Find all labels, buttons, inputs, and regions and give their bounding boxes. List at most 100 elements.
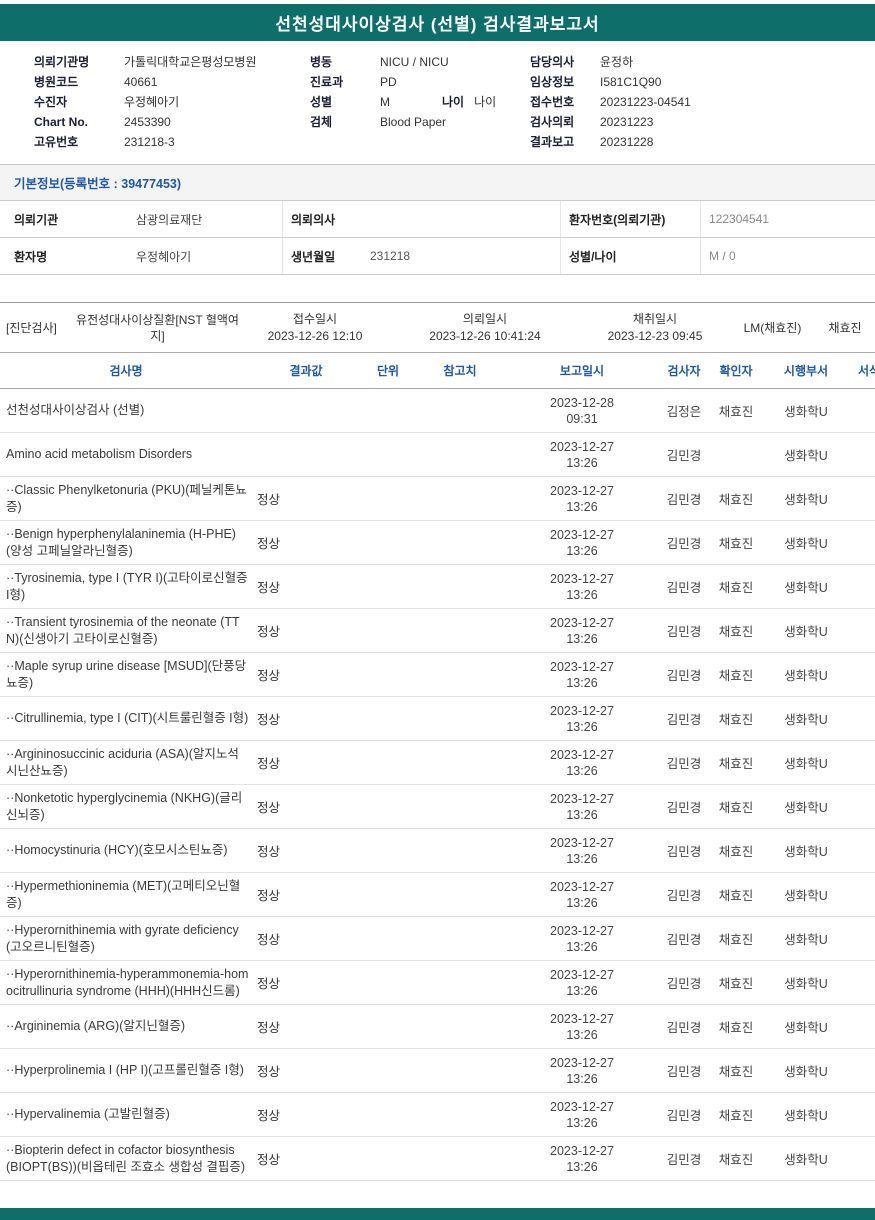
info-field: 성별 M 나이 나이: [310, 95, 530, 110]
info-field-label: 임상정보: [530, 75, 575, 89]
form-cell: [848, 627, 875, 635]
info-field: 수진자 우정혜아기: [34, 95, 310, 110]
department-cell: 생화학U: [784, 757, 828, 771]
patient-info-col-2: 병동 NICU / NICU 진료과 PD 성별 M 나이 나이 검체 Bloo…: [310, 55, 530, 150]
report-date: 2023-12-27: [550, 659, 614, 674]
confirmer-cell: 채효진: [718, 713, 754, 727]
confirmer-cell: [708, 451, 764, 459]
report-date: 2023-12-27: [550, 615, 614, 630]
info-field-value: 20231223: [600, 115, 654, 129]
result-value-cell: 정상: [257, 669, 281, 683]
unit-cell: [360, 451, 416, 459]
receipt-datetime-field: 접수일시 2023-12-26 12:10: [240, 312, 390, 343]
test-row: ··Homocystinuria (HCY)(호모시스틴뇨증) 정상 2023-…: [0, 829, 875, 873]
basic-info-value-3: M / 0: [700, 238, 875, 274]
result-value-cell: 정상: [257, 889, 281, 903]
report-datetime-cell: 2023-12-27 13:26: [504, 655, 660, 695]
unit-cell: [360, 715, 416, 723]
form-cell: [848, 451, 875, 459]
result-value-cell: 정상: [257, 537, 281, 551]
result-value-cell: [252, 451, 360, 459]
info-field-value-2: 나이: [474, 95, 497, 109]
form-cell: [848, 803, 875, 811]
collection-datetime-field: 채취일시 2023-12-23 09:45: [580, 312, 730, 343]
confirmer-cell: 채효진: [718, 1109, 754, 1123]
result-value-cell: 정상: [257, 1153, 281, 1167]
info-field-value: Blood Paper: [380, 115, 447, 129]
tester-cell: 김민경: [666, 669, 702, 683]
tester-cell: 김민경: [666, 801, 702, 815]
form-cell: [848, 583, 875, 591]
test-name-cell: ··Argininosuccinic aciduria (ASA)(알지노석시닌…: [6, 746, 239, 778]
receipt-datetime-value: 2023-12-26 12:10: [267, 329, 363, 343]
report-datetime-cell: 2023-12-27 13:26: [504, 787, 660, 827]
report-date: 2023-12-27: [550, 747, 614, 762]
request-datetime-value: 2023-12-26 10:41:24: [429, 329, 541, 343]
result-value-cell: 정상: [257, 1109, 281, 1123]
result-value-cell: 정상: [257, 581, 281, 595]
report-time: 13:26: [566, 543, 598, 558]
info-field-value: PD: [380, 75, 397, 89]
unit-cell: [360, 1111, 416, 1119]
form-cell: [848, 495, 875, 503]
department-cell: 생화학U: [784, 977, 828, 991]
info-field-label: 진료과: [310, 75, 344, 89]
collection-datetime-label: 채취일시: [632, 312, 678, 326]
basic-info-table: 의뢰기관 삼광의료재단 의뢰의사 환자번호(의뢰기관) 122304541 환자…: [0, 200, 875, 275]
info-field-label: 결과보고: [530, 135, 575, 149]
col-header-test-name: 검사명: [109, 364, 143, 378]
department-cell: 생화학U: [784, 801, 828, 815]
reference-range-cell: [416, 935, 504, 943]
test-name-cell: ··Argininemia (ARG)(알지닌혈증): [6, 1019, 186, 1033]
tester-cell: 김민경: [666, 1153, 702, 1167]
basic-info-label-3: 환자번호(의뢰기관): [560, 201, 700, 237]
basic-info-row: 의뢰기관 삼광의료재단 의뢰의사 환자번호(의뢰기관) 122304541: [0, 200, 875, 237]
report-datetime-cell: 2023-12-27 13:26: [504, 875, 660, 915]
report-date: 2023-12-27: [550, 1055, 614, 1070]
info-field-value: 가톨릭대학교은평성모병원: [124, 55, 257, 69]
report-datetime-cell: 2023-12-27 13:26: [504, 567, 660, 607]
unit-cell: [360, 407, 416, 415]
info-field-label: 고유번호: [34, 135, 79, 149]
result-value-cell: 정상: [257, 801, 281, 815]
reference-range-cell: [416, 539, 504, 547]
result-value-cell: 정상: [257, 493, 281, 507]
test-row: ··Classic Phenylketonuria (PKU)(페닐케톤뇨증) …: [0, 477, 875, 521]
report-time: 13:26: [566, 1159, 598, 1174]
reference-range-cell: [416, 1155, 504, 1163]
report-date: 2023-12-27: [550, 1099, 614, 1114]
report-datetime-cell: 2023-12-27 13:26: [504, 1095, 660, 1135]
test-row: ··Maple syrup urine disease [MSUD](단풍당뇨증…: [0, 653, 875, 697]
test-name-cell: ··Homocystinuria (HCY)(호모시스틴뇨증): [6, 843, 228, 857]
report-date: 2023-12-27: [550, 527, 614, 542]
report-time: 13:26: [566, 1027, 598, 1042]
confirmer-cell: 채효진: [718, 977, 754, 991]
unit-cell: [360, 671, 416, 679]
department-cell: 생화학U: [784, 1065, 828, 1079]
department-cell: 생화학U: [784, 933, 828, 947]
test-row: ··Hypervalinemia (고발린혈증) 정상 2023-12-27 1…: [0, 1093, 875, 1137]
confirmer-cell: 채효진: [718, 1021, 754, 1035]
test-row: ··Hypermethioninemia (MET)(고메티오닌혈증) 정상 2…: [0, 873, 875, 917]
confirmer-cell: 채효진: [718, 669, 754, 683]
tester-cell: 김민경: [666, 449, 702, 463]
confirmer-cell: 채효진: [718, 581, 754, 595]
diagnostic-test-section: [진단검사] 유전성대사이상질환[NST 혈액여지] 접수일시 2023-12-…: [0, 302, 875, 352]
report-title: 선천성대사이상검사 (선별) 검사결과보고서: [275, 15, 600, 34]
report-datetime-cell: 2023-12-27 13:26: [504, 699, 660, 739]
basic-info-value-1: 삼광의료재단: [136, 212, 203, 227]
test-name-cell: ··Tyrosinemia, type I (TYR I)(고타이로신혈증 I형…: [6, 570, 248, 602]
form-cell: [848, 715, 875, 723]
test-row: ··Hyperprolinemia I (HP I)(고프롤린혈증 I형) 정상…: [0, 1049, 875, 1093]
confirmer-cell: 채효진: [718, 493, 754, 507]
col-header-result: 결과값: [289, 364, 323, 378]
tester-cell: 김민경: [666, 625, 702, 639]
info-field-value: 2453390: [124, 115, 171, 129]
report-time: 13:26: [566, 499, 598, 514]
info-field-label: 의뢰기관명: [34, 55, 90, 69]
department-cell: 생화학U: [784, 669, 828, 683]
receipt-datetime-label: 접수일시: [292, 312, 338, 326]
form-cell: [848, 539, 875, 547]
unit-cell: [360, 1155, 416, 1163]
info-field: 검사의뢰 20231223: [530, 115, 875, 130]
